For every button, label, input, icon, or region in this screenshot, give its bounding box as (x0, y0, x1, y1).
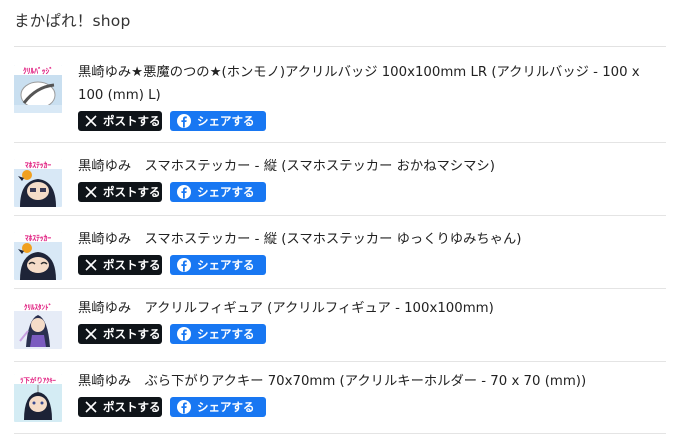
svg-text:ﾏﾎｽﾃｯｶｰ: ﾏﾎｽﾃｯｶｰ (25, 234, 51, 243)
share-button-label: シェアする (197, 327, 255, 341)
post-to-x-button[interactable]: ポストする (78, 324, 162, 344)
list-item: ｸﾘﾙｽﾀﾝﾄﾞ 黒崎ゆみ アクリルフィギュア (アクリルフィギュア - 100… (14, 289, 666, 362)
share-button-label: シェアする (197, 114, 255, 128)
post-button-label: ポストする (103, 185, 161, 199)
share-buttons: ポストする シェアする (78, 111, 666, 133)
product-list: ｸﾘﾙﾊﾞｯｼﾞ 黒崎ゆみ★悪魔のつの★(ホンモノ)アクリルバッジ 100x10… (14, 47, 666, 434)
facebook-logo-icon (177, 327, 191, 341)
post-button-label: ポストする (103, 258, 161, 272)
facebook-logo-icon (177, 185, 191, 199)
product-title-link[interactable]: 黒崎ゆみ★悪魔のつの★(ホンモノ)アクリルバッジ 100x100mm LR (ア… (78, 61, 666, 107)
post-to-x-button[interactable]: ポストする (78, 255, 162, 275)
sticker-thumbnail-image: ﾏﾎｽﾃｯｶｰ (14, 232, 62, 280)
list-item: ﾏﾎｽﾃｯｶｰ 黒崎ゆみ スマホステッカー - 縦 (スマホステッカー ゆっくり… (14, 216, 666, 289)
figure-thumbnail-image: ｸﾘﾙｽﾀﾝﾄﾞ (14, 301, 62, 349)
share-buttons: ポストする シェアする (78, 397, 666, 419)
facebook-logo-icon (177, 400, 191, 414)
post-button-label: ポストする (103, 114, 161, 128)
product-thumbnail[interactable]: ｸﾘﾙﾊﾞｯｼﾞ (14, 65, 62, 113)
share-to-facebook-button[interactable]: シェアする (170, 397, 266, 417)
keychain-thumbnail-image: ﾗ下がりｱｸｷｰ (14, 374, 62, 422)
share-button-label: シェアする (197, 400, 255, 414)
svg-text:ﾗ下がりｱｸｷｰ: ﾗ下がりｱｸｷｰ (20, 376, 57, 385)
svg-text:ｸﾘﾙﾊﾞｯｼﾞ: ｸﾘﾙﾊﾞｯｼﾞ (23, 66, 53, 76)
shop-title[interactable]: まかぱれ！shop (14, 9, 131, 31)
facebook-logo-icon (177, 114, 191, 128)
share-buttons: ポストする シェアする (78, 182, 666, 204)
product-thumbnail[interactable]: ﾏﾎｽﾃｯｶｰ (14, 232, 62, 280)
svg-text:ｸﾘﾙｽﾀﾝﾄﾞ: ｸﾘﾙｽﾀﾝﾄﾞ (24, 303, 52, 312)
x-logo-icon (85, 400, 97, 414)
product-title-link[interactable]: 黒崎ゆみ スマホステッカー - 縦 (スマホステッカー おかねマシマシ) (78, 155, 666, 178)
share-to-facebook-button[interactable]: シェアする (170, 111, 266, 131)
facebook-logo-icon (177, 258, 191, 272)
x-logo-icon (85, 327, 97, 341)
svg-text:ﾏﾎｽﾃｯｶｰ: ﾏﾎｽﾃｯｶｰ (25, 161, 51, 170)
post-button-label: ポストする (103, 400, 161, 414)
share-to-facebook-button[interactable]: シェアする (170, 255, 266, 275)
post-button-label: ポストする (103, 327, 161, 341)
product-title-link[interactable]: 黒崎ゆみ アクリルフィギュア (アクリルフィギュア - 100x100mm) (78, 297, 666, 320)
share-buttons: ポストする シェアする (78, 255, 666, 277)
product-thumbnail[interactable]: ﾏﾎｽﾃｯｶｰ (14, 159, 62, 207)
x-logo-icon (85, 258, 97, 272)
x-logo-icon (85, 114, 97, 128)
share-button-label: シェアする (197, 258, 255, 272)
list-item: ﾗ下がりｱｸｷｰ 黒崎ゆみ ぶら下がりアクキー 70x70mm (アクリルキーホ… (14, 362, 666, 434)
x-logo-icon (85, 185, 97, 199)
share-button-label: シェアする (197, 185, 255, 199)
product-thumbnail[interactable]: ﾗ下がりｱｸｷｰ (14, 374, 62, 422)
post-to-x-button[interactable]: ポストする (78, 182, 162, 202)
product-thumbnail[interactable]: ｸﾘﾙｽﾀﾝﾄﾞ (14, 301, 62, 349)
list-item: ｸﾘﾙﾊﾞｯｼﾞ 黒崎ゆみ★悪魔のつの★(ホンモノ)アクリルバッジ 100x10… (14, 47, 666, 143)
product-title-link[interactable]: 黒崎ゆみ ぶら下がりアクキー 70x70mm (アクリルキーホルダー - 70 … (78, 370, 666, 393)
sticker-thumbnail-image: ﾏﾎｽﾃｯｶｰ (14, 159, 62, 207)
product-title-link[interactable]: 黒崎ゆみ スマホステッカー - 縦 (スマホステッカー ゆっくりゆみちゃん) (78, 228, 666, 251)
post-to-x-button[interactable]: ポストする (78, 397, 162, 417)
share-to-facebook-button[interactable]: シェアする (170, 324, 266, 344)
badge-thumbnail-image: ｸﾘﾙﾊﾞｯｼﾞ (14, 65, 62, 113)
share-buttons: ポストする シェアする (78, 324, 666, 346)
list-item: ﾏﾎｽﾃｯｶｰ 黒崎ゆみ スマホステッカー - 縦 (スマホステッカー おかねマ… (14, 143, 666, 216)
share-to-facebook-button[interactable]: シェアする (170, 182, 266, 202)
post-to-x-button[interactable]: ポストする (78, 111, 162, 131)
